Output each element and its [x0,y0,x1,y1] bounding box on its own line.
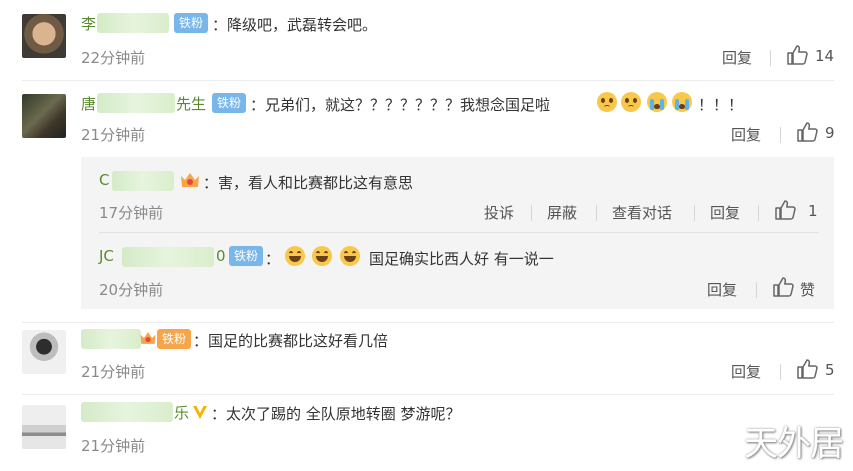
like-count: 5 [825,361,835,379]
username-blur [81,402,173,422]
comment-time: 22分钟前 [81,49,146,67]
comment-text: 国足确实比西人好 有一说一 [369,250,554,268]
username[interactable]: JC [99,247,114,265]
separator [596,205,597,221]
crying-face-emoji-icon [647,92,667,112]
reply-button[interactable]: 回复 [707,279,737,300]
thumbs-up-icon[interactable] [774,200,796,220]
username-blur [112,171,174,191]
like-label[interactable]: 赞 [800,279,815,300]
username-blur [81,329,141,349]
separator [758,205,759,221]
comment-text-prefix: ： [265,250,281,268]
thumbs-up-icon[interactable] [796,359,818,379]
separator [770,50,771,66]
reply-button[interactable]: 回复 [731,361,761,382]
username-end[interactable]: 先生 [176,93,206,114]
watermark: 天外居 [744,424,844,464]
comment-time: 21分钟前 [81,126,146,144]
pleading-face-emoji-icon [597,92,617,112]
comment-time: 20分钟前 [99,281,164,299]
thumbs-up-icon[interactable] [772,277,794,297]
verified-v-icon [193,406,207,419]
fan-badge: 铁粉 [212,93,247,113]
like-count: 14 [815,47,835,65]
view-conversation-button[interactable]: 查看对话 [612,202,672,223]
pleading-face-emoji-icon [621,92,641,112]
username-blur [122,247,214,267]
divider [99,232,819,233]
divider [22,322,834,323]
crown-icon [181,173,199,187]
block-button[interactable]: 屏蔽 [547,202,577,223]
avatar[interactable] [22,94,66,138]
username-end[interactable]: 乐 [174,402,189,423]
avatar[interactable] [22,330,66,374]
separator [756,282,757,298]
separator [694,205,695,221]
reply-button[interactable]: 回复 [722,47,752,68]
comment-text: ：降级吧，武磊转会吧。 [212,16,378,34]
laughing-face-emoji-icon [312,246,332,266]
crying-face-emoji-icon [672,92,692,112]
username[interactable]: C [99,171,109,189]
like-count: 1 [808,202,818,220]
username-blur [97,93,175,113]
username-blur [97,13,169,33]
crown-icon [140,332,156,344]
divider [22,394,834,395]
separator [780,127,781,143]
username[interactable]: 李 [81,13,96,34]
thumbs-up-icon[interactable] [796,122,818,142]
username-end[interactable]: 0 [216,247,226,265]
avatar[interactable] [22,14,66,58]
like-count: 9 [825,124,835,142]
comment-text: ：兄弟们，就这？？？？？？？我想念国足啦 [250,96,551,114]
comment-time: 17分钟前 [99,204,164,222]
fan-badge: 铁粉 [174,13,209,33]
comment-time: 21分钟前 [81,363,146,381]
reply-button[interactable]: 回复 [710,202,740,223]
comment-text: ：国足的比赛都比这好看几倍 [193,332,389,350]
comment-text: ：害，看人和比赛都比这有意思 [203,174,414,192]
fan-badge: 铁粉 [229,246,264,266]
comment-text: ：太次了踢的 全队原地转圈 梦游呢？ [211,405,461,423]
username[interactable]: 唐 [81,93,96,114]
comment-time: 21分钟前 [81,437,146,455]
separator [531,205,532,221]
avatar[interactable] [22,405,66,449]
thumbs-up-icon[interactable] [786,45,808,65]
laughing-face-emoji-icon [285,246,305,266]
comment-text-suffix: ！！！ [698,96,744,114]
fan-badge: 铁粉 [157,329,192,349]
laughing-face-emoji-icon [340,246,360,266]
separator [780,364,781,380]
report-button[interactable]: 投诉 [484,202,514,223]
divider [22,80,834,81]
reply-button[interactable]: 回复 [731,124,761,145]
